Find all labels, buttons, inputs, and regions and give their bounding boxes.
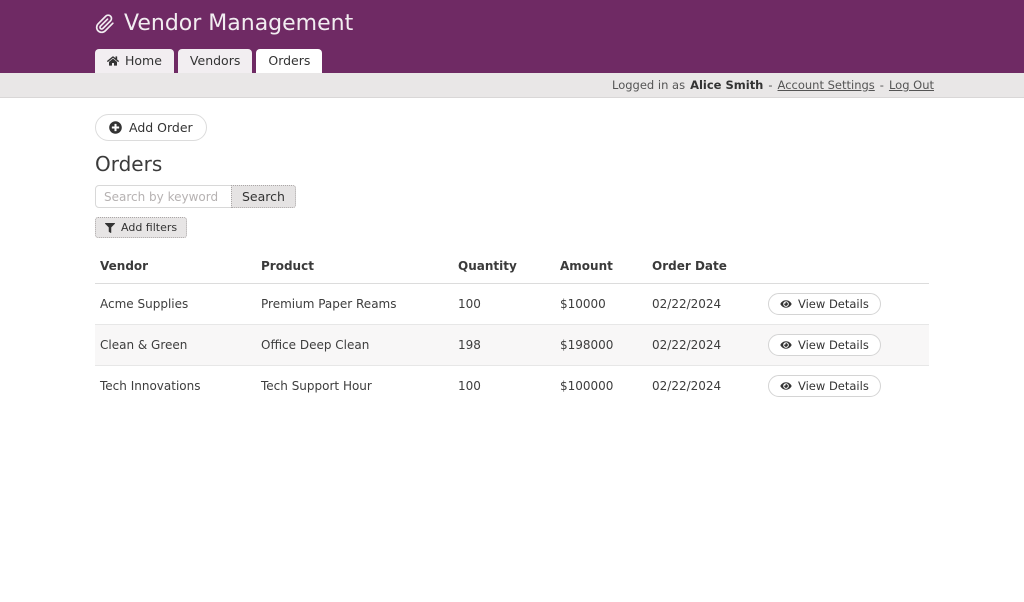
paperclip-icon: [95, 14, 115, 34]
separator: -: [768, 78, 772, 92]
cell-amount: $100000: [555, 366, 647, 407]
session-bar: Logged in as Alice Smith - Account Setti…: [0, 73, 1024, 98]
page-title: Orders: [95, 152, 929, 176]
view-details-label: View Details: [798, 379, 869, 393]
add-order-label: Add Order: [129, 120, 193, 135]
cell-vendor: Tech Innovations: [95, 366, 256, 407]
col-header-product: Product: [256, 253, 453, 284]
search-bar: Search: [95, 185, 929, 208]
logged-in-text: Logged in as: [612, 78, 685, 92]
main-nav: Home Vendors Orders: [95, 49, 322, 73]
cell-order-date: 02/22/2024: [647, 366, 763, 407]
separator: -: [880, 78, 884, 92]
filter-icon: [105, 223, 115, 233]
user-name: Alice Smith: [690, 78, 763, 92]
view-details-button[interactable]: View Details: [768, 293, 881, 315]
eye-icon: [780, 340, 792, 350]
search-button[interactable]: Search: [231, 185, 296, 208]
cell-vendor: Acme Supplies: [95, 284, 256, 325]
table-row: Clean & Green Office Deep Clean 198 $198…: [95, 325, 929, 366]
cell-order-date: 02/22/2024: [647, 284, 763, 325]
add-filters-label: Add filters: [121, 221, 177, 234]
cell-product: Tech Support Hour: [256, 366, 453, 407]
col-header-quantity: Quantity: [453, 253, 555, 284]
tab-home-label: Home: [125, 53, 162, 68]
tab-home[interactable]: Home: [95, 49, 174, 73]
col-header-vendor: Vendor: [95, 253, 256, 284]
orders-table: Vendor Product Quantity Amount Order Dat…: [95, 253, 929, 407]
cell-amount: $198000: [555, 325, 647, 366]
view-details-button[interactable]: View Details: [768, 334, 881, 356]
view-details-label: View Details: [798, 338, 869, 352]
col-header-actions: [763, 253, 929, 284]
cell-actions: View Details: [763, 325, 929, 366]
view-details-label: View Details: [798, 297, 869, 311]
main-content: Add Order Orders Search Add filters Vend…: [95, 98, 929, 407]
log-out-link[interactable]: Log Out: [889, 78, 934, 92]
cell-quantity: 100: [453, 284, 555, 325]
cell-actions: View Details: [763, 366, 929, 407]
col-header-amount: Amount: [555, 253, 647, 284]
eye-icon: [780, 381, 792, 391]
plus-circle-icon: [109, 121, 122, 134]
account-settings-link[interactable]: Account Settings: [778, 78, 875, 92]
cell-vendor: Clean & Green: [95, 325, 256, 366]
cell-actions: View Details: [763, 284, 929, 325]
table-row: Acme Supplies Premium Paper Reams 100 $1…: [95, 284, 929, 325]
tab-orders-label: Orders: [268, 53, 310, 68]
app-header: Vendor Management Home Vendors Orders: [0, 0, 1024, 73]
cell-product: Premium Paper Reams: [256, 284, 453, 325]
tab-orders[interactable]: Orders: [256, 49, 322, 73]
col-header-order-date: Order Date: [647, 253, 763, 284]
cell-quantity: 100: [453, 366, 555, 407]
add-order-button[interactable]: Add Order: [95, 114, 207, 141]
view-details-button[interactable]: View Details: [768, 375, 881, 397]
table-header-row: Vendor Product Quantity Amount Order Dat…: [95, 253, 929, 284]
cell-quantity: 198: [453, 325, 555, 366]
cell-amount: $10000: [555, 284, 647, 325]
tab-vendors[interactable]: Vendors: [178, 49, 252, 73]
cell-order-date: 02/22/2024: [647, 325, 763, 366]
eye-icon: [780, 299, 792, 309]
app-title-bar: Vendor Management: [95, 0, 929, 37]
cell-product: Office Deep Clean: [256, 325, 453, 366]
app-title: Vendor Management: [124, 11, 353, 37]
table-row: Tech Innovations Tech Support Hour 100 $…: [95, 366, 929, 407]
search-input[interactable]: [95, 185, 232, 208]
tab-vendors-label: Vendors: [190, 53, 240, 68]
home-icon: [107, 55, 119, 67]
add-filters-button[interactable]: Add filters: [95, 217, 187, 238]
